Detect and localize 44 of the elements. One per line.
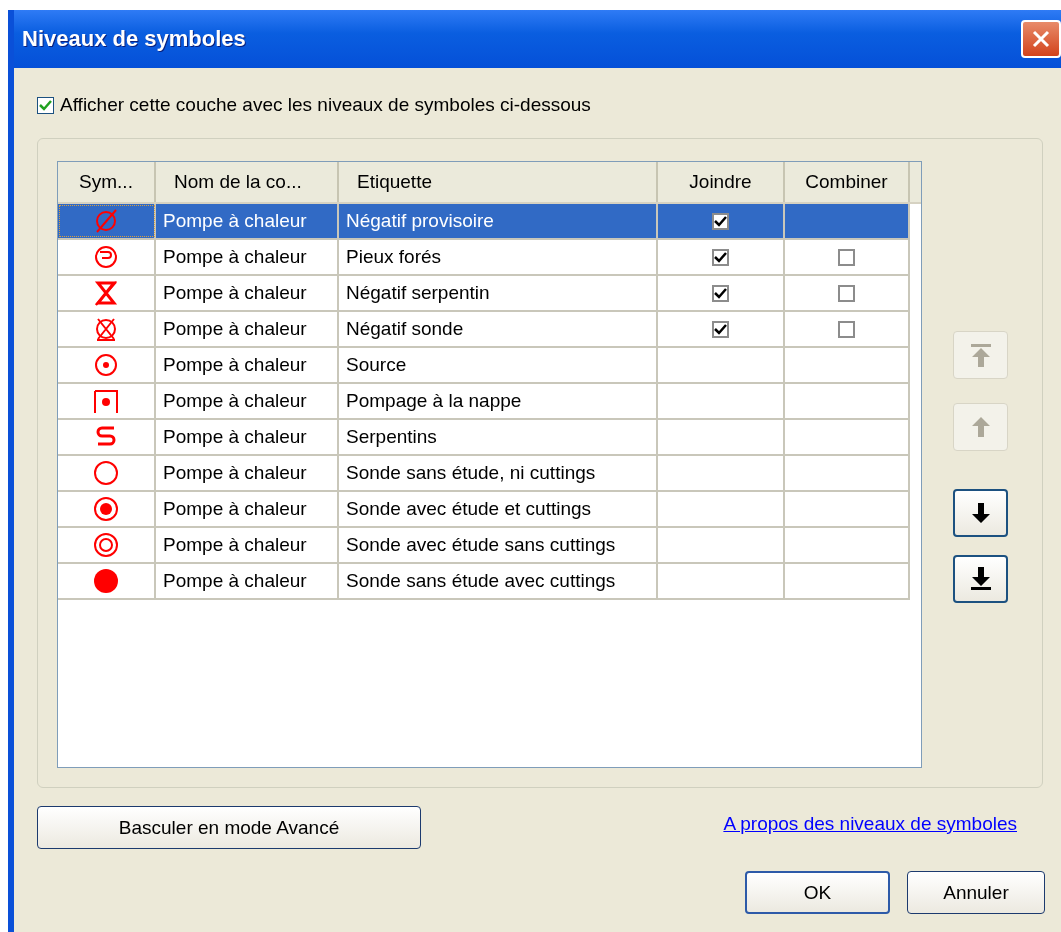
checkbox[interactable]: [712, 320, 729, 338]
dialog-button[interactable]: Annuler: [907, 871, 1045, 914]
table-row[interactable]: Pompe à chaleur Pieux forés: [58, 240, 910, 276]
checkbox[interactable]: [838, 248, 855, 266]
column-header[interactable]: Combiner: [785, 162, 910, 202]
dialog-button[interactable]: OK: [745, 871, 890, 914]
advanced-mode-button[interactable]: Basculer en mode Avancé: [37, 806, 421, 849]
column-header[interactable]: Etiquette: [339, 162, 658, 202]
table-row[interactable]: Pompe à chaleur Sonde avec étude sans cuttings: [58, 528, 910, 564]
table-row[interactable]: Pompe à chaleur Pompage à la nappe: [58, 384, 910, 420]
symbol-icon: [92, 459, 120, 487]
column-header[interactable]: Nom de la co...: [156, 162, 339, 202]
symbol-icon: [92, 351, 120, 379]
column-header[interactable]: Joindre: [658, 162, 785, 202]
close-icon: [1031, 29, 1051, 49]
table-row[interactable]: Pompe à chaleur Négatif serpentin: [58, 276, 910, 312]
table-row[interactable]: Pompe à chaleur Négatif provisoire: [58, 204, 910, 240]
checkbox[interactable]: [37, 96, 54, 114]
checkbox[interactable]: [712, 248, 729, 266]
checkbox[interactable]: [838, 320, 855, 338]
table-cell: Négatif provisoire: [339, 204, 658, 238]
column-header[interactable]: Sym...: [58, 162, 156, 202]
table-row[interactable]: Pompe à chaleur Serpentins: [58, 420, 910, 456]
help-link[interactable]: A propos des niveaux de symboles: [723, 812, 1017, 835]
table-row[interactable]: Pompe à chaleur Sonde avec étude et cuttings: [58, 492, 910, 528]
symbol-icon: [92, 567, 120, 595]
window-title: Niveaux de symboles: [22, 26, 246, 52]
move-button[interactable]: [953, 555, 1008, 603]
checkbox[interactable]: [712, 212, 729, 230]
table-row[interactable]: Pompe à chaleur Sonde sans étude, ni cuttings: [58, 456, 910, 492]
symbol-icon: [92, 495, 120, 523]
checkbox[interactable]: [712, 284, 729, 302]
checkbox[interactable]: [838, 284, 855, 302]
table-row[interactable]: Pompe à chaleur Négatif sonde: [58, 312, 910, 348]
checkbox-label: Afficher cette couche avec les niveaux de symboles ci-dessous: [60, 94, 591, 116]
table-row[interactable]: Pompe à chaleur Source: [58, 348, 910, 384]
move-button[interactable]: [953, 489, 1008, 537]
symbol-icon: [92, 387, 120, 415]
table-row[interactable]: Pompe à chaleur Sonde sans étude avec cuttings: [58, 564, 910, 600]
close-button[interactable]: [1021, 20, 1061, 58]
table-cell: Pompe à chaleur: [156, 204, 339, 238]
symbol-icon: [92, 531, 120, 559]
symbol-icon: [92, 243, 120, 271]
symbol-icon: [92, 279, 120, 307]
